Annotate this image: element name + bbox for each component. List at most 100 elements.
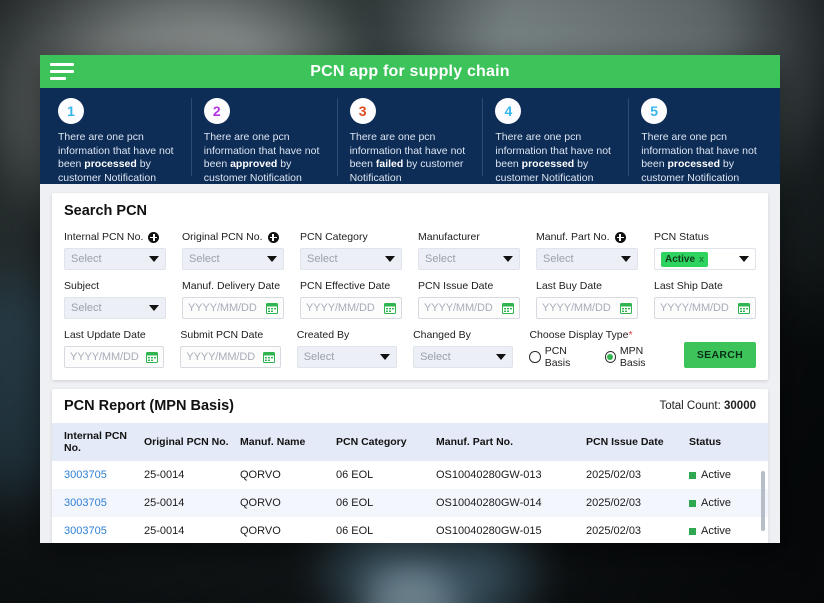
last-buy-date-input[interactable]: YYYY/MM/DD — [536, 297, 638, 319]
status-indicator-icon — [689, 528, 696, 535]
cell-pcn-issue-date: 2025/02/03 — [586, 489, 689, 517]
add-manuf-part-icon[interactable] — [615, 232, 626, 243]
pcn-issue-date-input[interactable]: YYYY/MM/DD — [418, 297, 520, 319]
required-asterisk: * — [628, 329, 632, 341]
cell-manuf-name: QORVO — [240, 517, 336, 543]
label-subject: Subject — [64, 279, 166, 293]
last-ship-date-input[interactable]: YYYY/MM/DD — [654, 297, 756, 319]
cell-manuf-part-no: OS10040280GW-015 — [436, 517, 586, 543]
internal-pcn-link[interactable]: 3003705 — [64, 525, 107, 537]
notification-card-1[interactable]: 1There are one pcn information that have… — [46, 98, 191, 176]
column-header[interactable]: Original PCN No. — [144, 423, 240, 461]
field-created-by: Created By Select — [297, 328, 397, 368]
chevron-down-icon — [621, 256, 631, 262]
submit-pcn-date-input[interactable]: YYYY/MM/DD — [180, 346, 280, 368]
notification-text: There are one pcn information that have … — [204, 131, 325, 185]
cell-manuf-name: QORVO — [240, 461, 336, 489]
label-changed-by: Changed By — [413, 328, 513, 342]
calendar-icon[interactable] — [146, 351, 158, 363]
calendar-icon[interactable] — [263, 351, 275, 363]
label-created-by: Created By — [297, 328, 397, 342]
field-manufacturer: Manufacturer Select — [418, 230, 520, 270]
table-row[interactable]: 300370525-0014QORVO06 EOLOS10040280GW-01… — [52, 461, 768, 489]
calendar-icon[interactable] — [620, 302, 632, 314]
column-header[interactable]: Internal PCN No. — [52, 423, 144, 461]
manuf-part-no-select[interactable]: Select — [536, 248, 638, 270]
manuf-delivery-date-input[interactable]: YYYY/MM/DD — [182, 297, 284, 319]
pcn-effective-date-input[interactable]: YYYY/MM/DD — [300, 297, 402, 319]
calendar-icon[interactable] — [266, 302, 278, 314]
original-pcn-no-select[interactable]: Select — [182, 248, 284, 270]
table-scrollbar-thumb[interactable] — [761, 471, 765, 531]
notification-card-5[interactable]: 5There are one pcn information that have… — [628, 98, 774, 176]
internal-pcn-link[interactable]: 3003705 — [64, 469, 107, 481]
chevron-down-icon — [503, 256, 513, 262]
last-update-date-input[interactable]: YYYY/MM/DD — [64, 346, 164, 368]
field-original-pcn-no: Original PCN No. Select — [182, 230, 284, 270]
label-manuf-part-no: Manuf. Part No. — [536, 231, 610, 243]
label-pcn-effective-date: PCN Effective Date — [300, 279, 402, 293]
notification-badge: 3 — [350, 98, 376, 124]
column-header[interactable]: Manuf. Part No. — [436, 423, 586, 461]
cell-pcn-category: 06 EOL — [336, 489, 436, 517]
manufacturer-select[interactable]: Select — [418, 248, 520, 270]
calendar-icon[interactable] — [738, 302, 750, 314]
add-original-pcn-icon[interactable] — [268, 232, 279, 243]
page-title: PCN app for supply chain — [40, 63, 780, 81]
field-pcn-effective-date: PCN Effective Date YYYY/MM/DD — [300, 279, 402, 319]
calendar-icon[interactable] — [384, 302, 396, 314]
chevron-down-icon — [385, 256, 395, 262]
notification-card-2[interactable]: 2There are one pcn information that have… — [191, 98, 337, 176]
report-table-scroll: Internal PCN No.Original PCN No.Manuf. N… — [52, 423, 768, 543]
radio-dot-icon — [605, 351, 616, 363]
search-button[interactable]: SEARCH — [684, 342, 756, 368]
cell-manuf-part-no: OS10040280GW-014 — [436, 489, 586, 517]
subject-select[interactable]: Select — [64, 297, 166, 319]
field-last-ship-date: Last Ship Date YYYY/MM/DD — [654, 279, 756, 319]
add-internal-pcn-icon[interactable] — [148, 232, 159, 243]
search-row-1: Internal PCN No. Select Original PCN No.… — [64, 230, 756, 270]
column-header[interactable]: Status — [689, 423, 768, 461]
radio-pcn-basis[interactable]: PCN Basis — [529, 345, 591, 369]
chevron-down-icon — [380, 354, 390, 360]
radio-mpn-basis[interactable]: MPN Basis — [605, 345, 668, 369]
cell-pcn-issue-date: 2025/02/03 — [586, 461, 689, 489]
pcn-status-select[interactable]: Activex — [654, 248, 756, 270]
field-pcn-category: PCN Category Select — [300, 230, 402, 270]
cell-original-pcn-no: 25-0014 — [144, 461, 240, 489]
notification-text: There are one pcn information that have … — [350, 131, 471, 185]
report-panel: PCN Report (MPN Basis) Total Count: 3000… — [52, 389, 768, 543]
label-submit-pcn-date: Submit PCN Date — [180, 328, 280, 342]
remove-tag-icon[interactable]: x — [699, 254, 704, 264]
created-by-select[interactable]: Select — [297, 346, 397, 368]
table-row[interactable]: 300370525-0014QORVO06 EOLOS10040280GW-01… — [52, 489, 768, 517]
internal-pcn-link[interactable]: 3003705 — [64, 497, 107, 509]
label-pcn-issue-date: PCN Issue Date — [418, 279, 520, 293]
cell-pcn-category: 06 EOL — [336, 461, 436, 489]
calendar-icon[interactable] — [502, 302, 514, 314]
chevron-down-icon — [149, 256, 159, 262]
column-header[interactable]: Manuf. Name — [240, 423, 336, 461]
table-row[interactable]: 300370525-0014QORVO06 EOLOS10040280GW-01… — [52, 517, 768, 543]
label-internal-pcn-no: Internal PCN No. — [64, 231, 143, 243]
label-pcn-status: PCN Status — [654, 230, 756, 244]
notification-text: There are one pcn information that have … — [58, 131, 179, 185]
internal-pcn-no-select[interactable]: Select — [64, 248, 166, 270]
field-manuf-delivery-date: Manuf. Delivery Date YYYY/MM/DD — [182, 279, 284, 319]
search-panel: Search PCN Internal PCN No. Select Origi… — [52, 193, 768, 380]
column-header[interactable]: PCN Category — [336, 423, 436, 461]
notification-card-4[interactable]: 4There are one pcn information that have… — [482, 98, 628, 176]
cell-manuf-name: QORVO — [240, 489, 336, 517]
radio-dot-icon — [529, 351, 540, 363]
changed-by-select[interactable]: Select — [413, 346, 513, 368]
column-header[interactable]: PCN Issue Date — [586, 423, 689, 461]
cell-pcn-issue-date: 2025/02/03 — [586, 517, 689, 543]
pcn-category-select[interactable]: Select — [300, 248, 402, 270]
status-tag-active: Activex — [661, 252, 708, 267]
notification-card-3[interactable]: 3There are one pcn information that have… — [337, 98, 483, 176]
label-pcn-category: PCN Category — [300, 230, 402, 244]
field-last-buy-date: Last Buy Date YYYY/MM/DD — [536, 279, 638, 319]
label-manuf-delivery-date: Manuf. Delivery Date — [182, 279, 284, 293]
cell-pcn-category: 06 EOL — [336, 517, 436, 543]
field-pcn-status: PCN Status Activex — [654, 230, 756, 270]
